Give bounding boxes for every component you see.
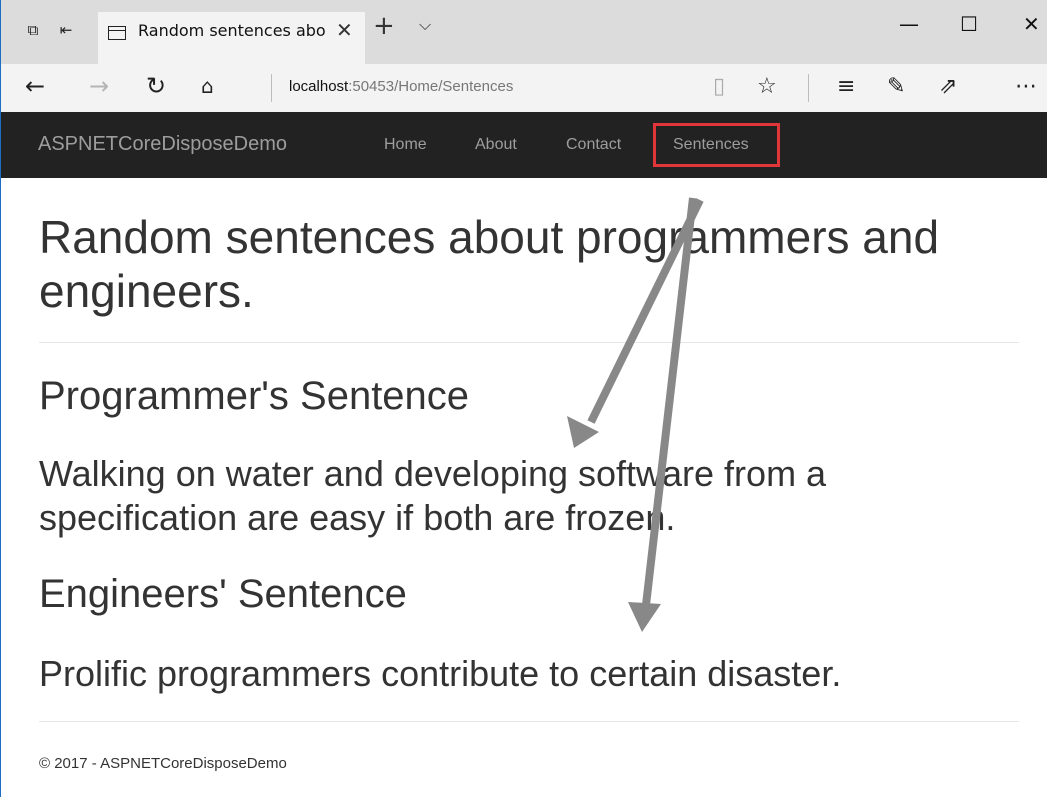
divider <box>808 74 809 102</box>
close-tab-icon[interactable]: ✕ <box>336 18 353 42</box>
divider <box>39 342 1019 343</box>
footer-text: © 2017 - ASPNETCoreDisposeDemo <box>39 755 287 772</box>
nav-home-link[interactable]: Home <box>384 136 427 154</box>
programmer-sentence: Walking on water and developing software… <box>39 453 827 538</box>
engineer-sentence: Prolific programmers contribute to certa… <box>39 653 842 694</box>
web-note-icon[interactable]: ✎ <box>887 74 905 99</box>
chevron-down-icon[interactable]: ⌵ <box>419 15 431 35</box>
more-icon[interactable]: ⋯ <box>1015 74 1037 99</box>
sentences-highlight-box <box>653 123 780 167</box>
maximize-icon[interactable]: ☐ <box>960 12 978 36</box>
page-icon <box>108 26 126 40</box>
tab-title: Random sentences abo <box>138 21 326 40</box>
minimize-icon[interactable]: — <box>899 12 919 36</box>
tab-preview-icon[interactable]: ⧉ <box>23 20 43 40</box>
url-path: :50453/Home/Sentences <box>348 78 514 95</box>
arrow-head-programmer <box>567 416 599 448</box>
nav-contact-link[interactable]: Contact <box>566 136 621 154</box>
favorite-star-icon[interactable]: ☆ <box>757 74 777 99</box>
browser-window: ⧉ ⇤ Random sentences abo ✕ + ⌵ — ☐ ✕ ← →… <box>0 0 1047 797</box>
programmer-heading: Programmer's Sentence <box>39 374 470 418</box>
back-arrow-icon[interactable]: ← <box>25 72 45 100</box>
url-host: localhost <box>289 78 349 95</box>
tab-strip: ⧉ ⇤ Random sentences abo ✕ + ⌵ — ☐ ✕ <box>1 0 1047 64</box>
engineer-heading: Engineers' Sentence <box>39 572 407 616</box>
home-icon[interactable]: ⌂ <box>201 74 214 98</box>
new-tab-icon[interactable]: + <box>373 11 395 41</box>
address-bar-row: ← → ↻ ⌂ localhost:50453/Home/Sentences ▯… <box>1 64 1047 112</box>
set-tabs-aside-icon[interactable]: ⇤ <box>56 20 76 40</box>
divider <box>39 721 1019 722</box>
url-field[interactable]: localhost:50453/Home/Sentences <box>289 78 513 95</box>
refresh-icon[interactable]: ↻ <box>146 72 166 100</box>
arrow-head-engineer <box>628 602 661 632</box>
active-tab[interactable]: Random sentences abo ✕ <box>98 12 365 64</box>
site-brand-link[interactable]: ASPNETCoreDisposeDemo <box>38 133 287 156</box>
close-window-icon[interactable]: ✕ <box>1023 12 1040 36</box>
forward-arrow-icon[interactable]: → <box>89 72 109 100</box>
share-icon[interactable]: ⇗ <box>939 74 957 99</box>
site-navbar: ASPNETCoreDisposeDemo Home About Contact… <box>1 112 1047 178</box>
hub-icon[interactable]: ≡ <box>837 74 855 99</box>
nav-about-link[interactable]: About <box>475 136 517 154</box>
divider <box>271 74 272 102</box>
page-title: Random sentences about programmers and e… <box>39 211 940 317</box>
reading-view-icon[interactable]: ▯ <box>713 74 725 99</box>
